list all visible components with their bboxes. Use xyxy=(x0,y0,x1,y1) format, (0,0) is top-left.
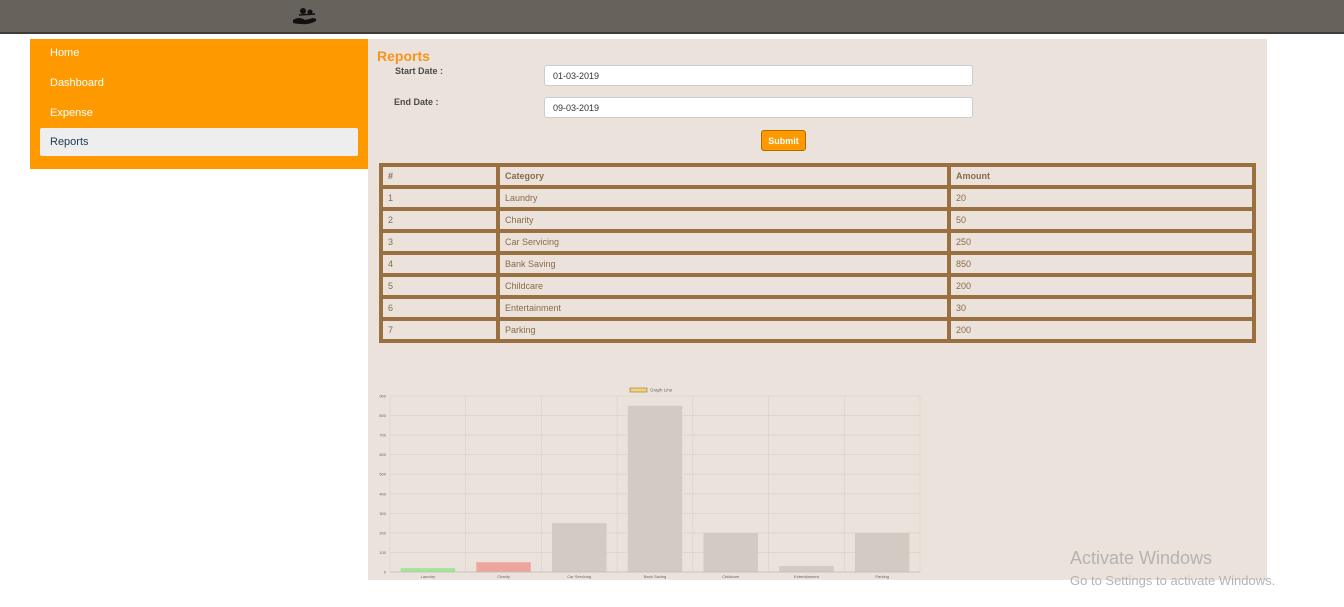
table-header-row: # Category Amount xyxy=(381,165,1254,187)
sidebar: Home Dashboard Expense Reports xyxy=(30,39,368,169)
start-date-label: Start Date : xyxy=(395,66,444,76)
y-tick-label: 200 xyxy=(379,530,386,535)
column-header-category: Category xyxy=(498,165,949,187)
x-tick-label: Childcare xyxy=(722,574,740,579)
x-tick-label: Parking xyxy=(875,574,889,579)
row-amount: 20 xyxy=(949,187,1254,209)
row-category: Childcare xyxy=(498,275,949,297)
sidebar-item-home[interactable]: Home xyxy=(40,39,358,67)
row-number: 4 xyxy=(381,253,498,275)
bar xyxy=(400,568,456,572)
row-category: Laundry xyxy=(498,187,949,209)
activate-windows-subtitle: Go to Settings to activate Windows. xyxy=(1070,573,1276,588)
row-number: 6 xyxy=(381,297,498,319)
activate-windows-title: Activate Windows xyxy=(1070,548,1213,568)
x-tick-label: Bank Saving xyxy=(644,574,666,579)
bar xyxy=(552,523,607,572)
column-header-number: # xyxy=(381,165,498,187)
row-amount: 250 xyxy=(949,231,1254,253)
table-row: 4 Bank Saving 850 xyxy=(381,253,1254,275)
bar xyxy=(779,566,834,572)
table-row: 2 Charity 50 xyxy=(381,209,1254,231)
page-title: Reports xyxy=(377,48,430,64)
row-category: Bank Saving xyxy=(498,253,949,275)
reports-panel: Reports Start Date : End Date : Submit #… xyxy=(368,39,1267,580)
y-tick-label: 800 xyxy=(379,413,386,418)
y-tick-label: 500 xyxy=(379,472,386,477)
report-table: # Category Amount 1 Laundry 20 2 Charity… xyxy=(379,163,1256,343)
table-row: 3 Car Servicing 250 xyxy=(381,231,1254,253)
row-category: Parking xyxy=(498,319,949,341)
x-tick-label: Laundry xyxy=(421,574,435,579)
y-tick-label: 900 xyxy=(379,394,386,399)
y-tick-label: 600 xyxy=(379,452,386,457)
x-tick-label: Entertainment xyxy=(794,574,820,579)
row-amount: 200 xyxy=(949,275,1254,297)
row-amount: 30 xyxy=(949,297,1254,319)
table-row: 5 Childcare 200 xyxy=(381,275,1254,297)
submit-button[interactable]: Submit xyxy=(761,130,806,151)
x-tick-label: Car Servicing xyxy=(567,574,591,579)
row-number: 2 xyxy=(381,209,498,231)
table-row: 7 Parking 200 xyxy=(381,319,1254,341)
y-tick-label: 0 xyxy=(384,570,387,575)
sidebar-item-reports[interactable]: Reports xyxy=(40,128,358,156)
bar xyxy=(627,405,683,572)
expense-bar-chart: 0 100 200 300 400 500 600 700 800 900 Laundry Chari… xyxy=(379,387,921,579)
row-number: 1 xyxy=(381,187,498,209)
legend-label: Graph Line xyxy=(650,388,673,393)
row-category: Entertainment xyxy=(498,297,949,319)
bar xyxy=(703,532,758,572)
y-tick-label: 400 xyxy=(379,491,386,496)
row-category: Charity xyxy=(498,209,949,231)
row-number: 3 xyxy=(381,231,498,253)
end-date-input[interactable] xyxy=(544,97,973,118)
end-date-label: End Date : xyxy=(394,97,439,107)
y-tick-label: 100 xyxy=(379,550,386,555)
sidebar-item-dashboard[interactable]: Dashboard xyxy=(40,69,358,97)
bar xyxy=(476,562,531,572)
start-date-input[interactable] xyxy=(544,65,973,86)
sidebar-item-expense[interactable]: Expense xyxy=(40,99,358,127)
row-amount: 200 xyxy=(949,319,1254,341)
bar xyxy=(854,532,910,572)
x-tick-label: Charity xyxy=(497,574,510,579)
legend-swatch xyxy=(629,387,648,393)
row-amount: 50 xyxy=(949,209,1254,231)
row-number: 5 xyxy=(381,275,498,297)
table-row: 1 Laundry 20 xyxy=(381,187,1254,209)
row-number: 7 xyxy=(381,319,498,341)
table-row: 6 Entertainment 30 xyxy=(381,297,1254,319)
column-header-amount: Amount xyxy=(949,165,1254,187)
y-tick-label: 700 xyxy=(379,433,386,438)
y-tick-label: 300 xyxy=(379,511,386,516)
row-category: Car Servicing xyxy=(498,231,949,253)
top-bar xyxy=(0,0,1344,34)
row-amount: 850 xyxy=(949,253,1254,275)
money-hand-logo-icon xyxy=(293,8,317,25)
